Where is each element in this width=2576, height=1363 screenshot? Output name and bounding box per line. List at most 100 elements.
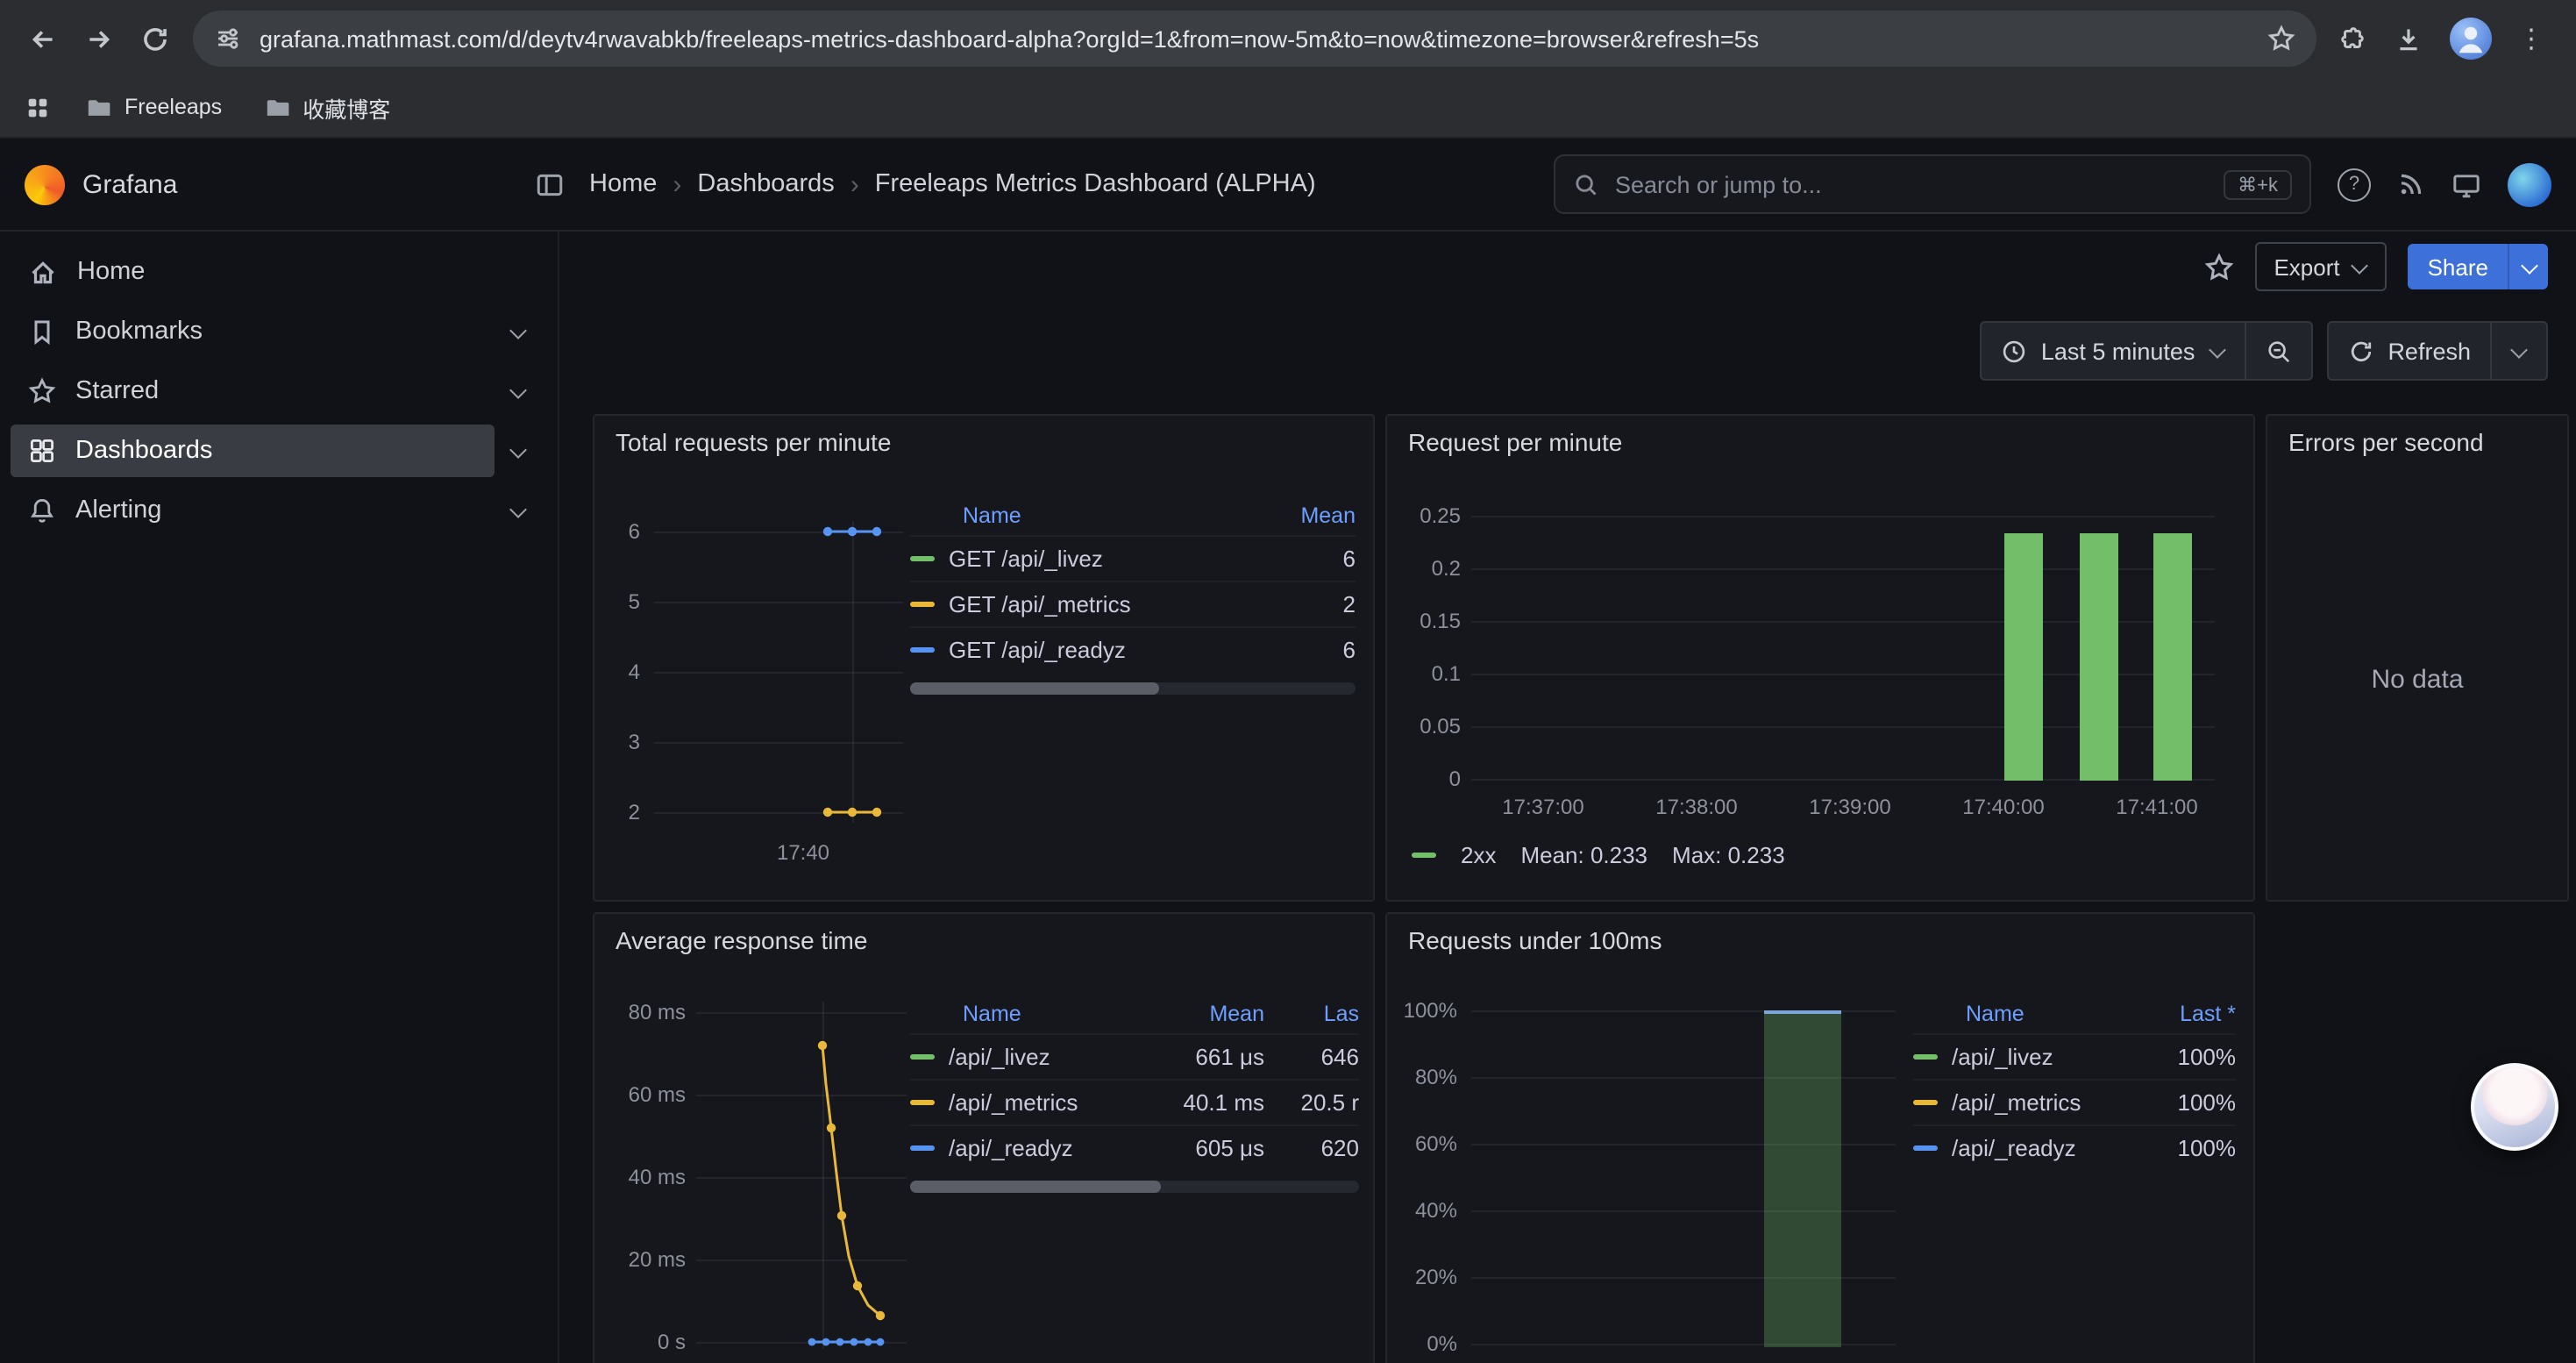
profile-avatar[interactable] [2450, 18, 2492, 60]
series-name[interactable]: 2xx [1461, 842, 1496, 868]
share-menu-caret[interactable] [2508, 244, 2548, 289]
url-bar[interactable]: grafana.mathmast.com/d/deytv4rwavabkb/fr… [193, 11, 2316, 67]
legend-row[interactable]: GET /api/_livez 6 [910, 535, 1356, 581]
panel-title[interactable]: Total requests per minute [616, 428, 891, 456]
chevron-down-icon[interactable] [495, 324, 540, 339]
folder-icon [264, 94, 290, 120]
rss-icon[interactable] [2397, 170, 2425, 198]
legend-header: Name Last * [1913, 995, 2236, 1033]
scrollbar-thumb[interactable] [910, 1181, 1162, 1193]
legend-col[interactable]: Last * [2141, 1002, 2236, 1026]
favorite-star-icon[interactable] [2203, 252, 2233, 282]
site-info-icon[interactable] [214, 25, 242, 53]
back-button[interactable] [14, 11, 70, 67]
series-name[interactable]: GET /api/_readyz [949, 637, 1329, 663]
monitor-icon[interactable] [2451, 169, 2481, 199]
refresh-button[interactable]: Refresh [2326, 321, 2492, 381]
refresh-icon [2347, 338, 2373, 364]
search-icon [1573, 171, 1599, 197]
x-tick: 17:41:00 [2096, 795, 2218, 819]
legend-row[interactable]: /api/_livez 661 μs 646 [910, 1033, 1359, 1079]
legend-row[interactable]: GET /api/_readyz 6 [910, 626, 1356, 672]
panel-errors-per-second: Errors per second No data [2266, 414, 2569, 902]
share-label[interactable]: Share [2409, 244, 2508, 289]
apps-grid-icon[interactable] [18, 94, 58, 120]
scrollbar-thumb[interactable] [910, 682, 1159, 695]
zoom-out-button[interactable] [2245, 321, 2312, 381]
series-swatch [1913, 1145, 1938, 1151]
time-range-button[interactable]: Last 5 minutes [1980, 321, 2246, 381]
legend-col[interactable]: Name [910, 1002, 1135, 1026]
y-tick: 80% [1415, 1065, 1457, 1089]
refresh-interval-caret[interactable] [2492, 321, 2548, 381]
forward-button[interactable] [70, 11, 126, 67]
chevron-down-icon[interactable] [495, 503, 540, 518]
legend-col[interactable]: Mean [1149, 1002, 1264, 1026]
panel-title[interactable]: Request per minute [1408, 428, 1622, 456]
series-name[interactable]: /api/_readyz [949, 1135, 1135, 1161]
bookmark-item[interactable]: 收藏博客 [250, 85, 404, 129]
y-tick: 0.1 [1432, 661, 1461, 686]
browser-menu-icon[interactable]: ⋮ [2518, 23, 2544, 54]
grafana-logo[interactable] [25, 164, 65, 204]
breadcrumb-item[interactable]: Freeleaps Metrics Dashboard (ALPHA) [875, 170, 1316, 198]
help-icon[interactable]: ? [2338, 168, 2371, 201]
reload-button[interactable] [126, 11, 182, 67]
legend-scrollbar[interactable] [910, 1181, 1359, 1193]
url-text[interactable]: grafana.mathmast.com/d/deytv4rwavabkb/fr… [260, 25, 2250, 52]
legend-row[interactable]: /api/_metrics 100% [1913, 1079, 2236, 1124]
series-name[interactable]: /api/_metrics [1952, 1089, 2127, 1116]
legend-row[interactable]: /api/_readyz 605 μs 620 [910, 1124, 1359, 1170]
panel-title[interactable]: Average response time [616, 926, 867, 954]
panel-title[interactable]: Errors per second [2288, 428, 2484, 456]
legend-row[interactable]: /api/_readyz 100% [1913, 1124, 2236, 1170]
dock-menu-icon[interactable] [535, 169, 565, 199]
breadcrumb-item[interactable]: Home [589, 170, 657, 198]
export-button[interactable]: Export [2254, 242, 2387, 291]
legend-col[interactable]: Name [1913, 1002, 2127, 1026]
sidebar-item-bookmarks[interactable]: Bookmarks [0, 302, 558, 361]
series-name[interactable]: GET /api/_metrics [949, 591, 1329, 617]
series-last: 100% [2141, 1089, 2236, 1116]
sidebar-item-alerting[interactable]: Alerting [0, 481, 558, 540]
legend-col[interactable]: Las [1278, 1002, 1359, 1026]
series-name[interactable]: GET /api/_livez [949, 546, 1329, 572]
bar-2xx [2004, 533, 2043, 781]
series-name[interactable]: /api/_livez [1952, 1044, 2127, 1070]
org-avatar[interactable] [2508, 162, 2551, 206]
legend-row[interactable]: /api/_livez 100% [1913, 1033, 2236, 1079]
series-mean: 6 [1343, 637, 1356, 663]
legend-row[interactable]: GET /api/_metrics 2 [910, 581, 1356, 626]
extensions-icon[interactable] [2338, 24, 2367, 54]
bookmark-item[interactable]: Freeleaps [72, 89, 236, 125]
legend-col[interactable]: Mean [1300, 503, 1356, 528]
series-swatch [910, 556, 935, 561]
dashboard-main: Export Share Last 5 minutes [559, 232, 2576, 1363]
download-icon[interactable] [2394, 24, 2423, 54]
series-name[interactable]: /api/_livez [949, 1044, 1135, 1070]
search-input[interactable]: Search or jump to... ⌘+k [1554, 154, 2311, 214]
sidebar-item-starred[interactable]: Starred [0, 361, 558, 421]
legend-row[interactable]: /api/_metrics 40.1 ms 20.5 r [910, 1079, 1359, 1124]
sidebar-item-dashboards[interactable]: Dashboards [0, 421, 558, 481]
share-button[interactable]: Share [2409, 244, 2548, 289]
y-axis: 0.250.20.150.10.050 [1398, 503, 1461, 791]
y-tick: 4 [629, 660, 640, 684]
series-name[interactable]: /api/_readyz [1952, 1135, 2127, 1161]
chevron-down-icon[interactable] [495, 443, 540, 459]
bar-2xx [2153, 533, 2192, 781]
y-tick: 60 ms [629, 1082, 686, 1107]
bookmark-star-icon[interactable] [2267, 25, 2295, 53]
panel-title[interactable]: Requests under 100ms [1408, 926, 1662, 954]
y-tick: 60% [1415, 1131, 1457, 1156]
assistant-avatar[interactable] [2471, 1063, 2558, 1151]
legend-col[interactable]: Name [910, 503, 1286, 528]
sidebar-item-home[interactable]: Home [0, 242, 558, 302]
y-tick: 40% [1415, 1198, 1457, 1223]
y-tick: 0 s [658, 1330, 686, 1354]
brand-name: Grafana [82, 169, 177, 199]
series-name[interactable]: /api/_metrics [949, 1089, 1135, 1116]
chevron-down-icon[interactable] [495, 383, 540, 399]
breadcrumb-item[interactable]: Dashboards [697, 170, 834, 198]
legend-scrollbar[interactable] [910, 682, 1356, 695]
